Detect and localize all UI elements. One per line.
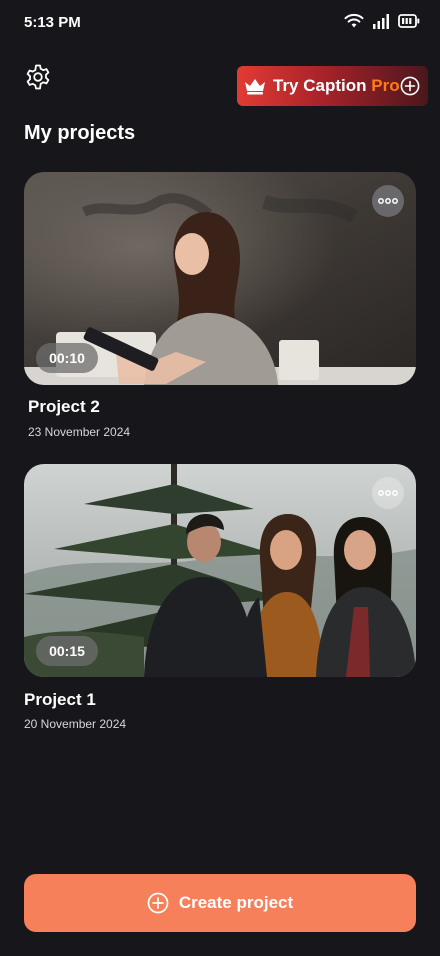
status-bar: 5:13 PM (0, 0, 440, 46)
more-options-button[interactable] (372, 477, 404, 509)
duration-badge: 00:10 (36, 343, 98, 373)
project-name: Project 1 (24, 690, 96, 709)
plus-circle-icon (147, 892, 169, 914)
try-pro-main: Try Caption (273, 76, 372, 95)
status-icons (344, 13, 420, 29)
project-thumbnail[interactable]: 00:10 (24, 172, 416, 385)
create-project-label: Create project (178, 893, 294, 912)
settings-button[interactable] (24, 63, 52, 91)
more-options-button[interactable] (372, 185, 404, 217)
gear-icon (24, 63, 52, 91)
signal-icon (373, 13, 389, 29)
project-date: 20 November 2024 (24, 717, 127, 731)
more-horizontal-icon (378, 198, 398, 204)
status-time: 5:13 PM (24, 14, 81, 31)
project-thumbnail[interactable]: 00:15 (24, 464, 416, 677)
wifi-icon (344, 13, 364, 29)
more-horizontal-icon (378, 490, 398, 496)
project-name: Project 2 (28, 397, 100, 416)
duration-badge: 00:15 (36, 636, 98, 666)
crown-icon (243, 76, 267, 96)
create-project-button[interactable]: Create project (24, 874, 416, 932)
try-pro-label: Try Caption Pro (273, 76, 400, 96)
page-title: My projects (24, 122, 136, 144)
try-pro-accent: Pro (371, 76, 400, 95)
try-pro-button[interactable]: Try Caption Pro (237, 66, 428, 106)
plus-circle-icon (400, 76, 420, 96)
project-date: 23 November 2024 (28, 425, 131, 439)
battery-icon (398, 14, 420, 28)
